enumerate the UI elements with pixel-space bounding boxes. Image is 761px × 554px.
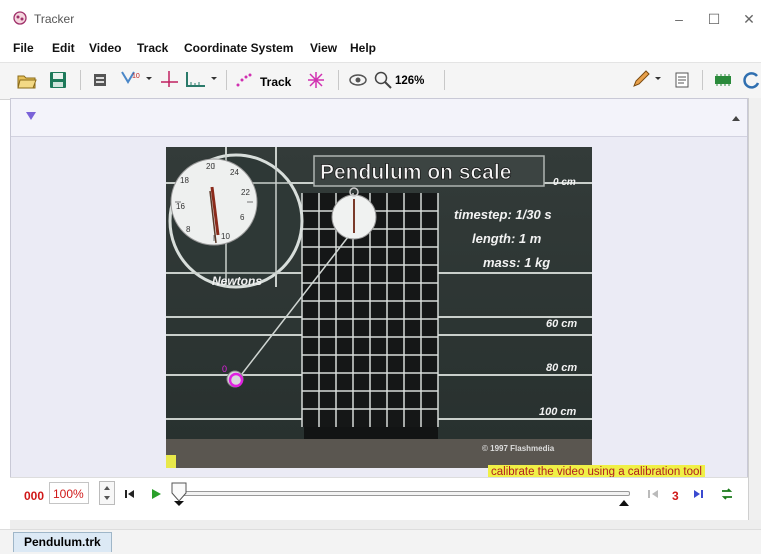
svg-text:10: 10 bbox=[132, 73, 140, 80]
toolbar-separator bbox=[702, 70, 703, 90]
svg-text:16: 16 bbox=[176, 202, 185, 211]
window-title: Tracker bbox=[34, 12, 75, 26]
zoom-icon[interactable] bbox=[373, 70, 393, 90]
playback-rate-field[interactable]: 100% bbox=[49, 482, 89, 504]
step-forward-icon[interactable] bbox=[692, 488, 706, 500]
save-icon[interactable] bbox=[48, 70, 68, 90]
autotracker-icon[interactable] bbox=[306, 70, 326, 90]
frame-number[interactable]: 000 bbox=[24, 489, 44, 503]
menu-track[interactable]: Track bbox=[137, 41, 168, 55]
zoom-level[interactable]: 126% bbox=[395, 75, 424, 87]
scale-name-text: Newtons bbox=[212, 274, 262, 288]
menu-help[interactable]: Help bbox=[350, 41, 376, 55]
frame-slider[interactable] bbox=[180, 491, 630, 496]
toolbar-separator bbox=[338, 70, 339, 90]
svg-text:24: 24 bbox=[230, 168, 239, 177]
track-point-label: 0 bbox=[222, 364, 227, 374]
play-icon[interactable] bbox=[150, 488, 162, 500]
notes-icon[interactable] bbox=[672, 70, 692, 90]
video-copyright-text: © 1997 Flashmedia bbox=[482, 444, 555, 453]
timestep-text: timestep: 1/30 s bbox=[454, 207, 552, 222]
end-frame-marker[interactable] bbox=[618, 499, 630, 507]
menu-coordinate-system[interactable]: Coordinate System bbox=[184, 41, 293, 55]
refresh-icon[interactable] bbox=[742, 70, 761, 90]
measuring-tools-icon[interactable] bbox=[184, 68, 220, 90]
open-folder-icon[interactable] bbox=[16, 70, 38, 90]
tabs-bar bbox=[0, 529, 761, 554]
svg-text:22: 22 bbox=[241, 188, 250, 197]
menu-edit[interactable]: Edit bbox=[52, 41, 75, 55]
status-strip bbox=[10, 520, 761, 529]
view-header bbox=[11, 99, 747, 137]
mass-text: mass: 1 kg bbox=[483, 255, 550, 270]
side-panel-strip[interactable] bbox=[748, 98, 761, 528]
axes-icon[interactable] bbox=[158, 68, 180, 90]
svg-text:10: 10 bbox=[221, 232, 230, 241]
title-bar bbox=[0, 0, 761, 38]
close-button[interactable]: ✕ bbox=[738, 8, 760, 30]
player-bar bbox=[10, 477, 748, 521]
scale-0cm-label: 0 cm bbox=[553, 177, 576, 188]
clip-settings-icon[interactable] bbox=[90, 70, 110, 90]
svg-text:8: 8 bbox=[186, 225, 191, 234]
view-menu-icon[interactable] bbox=[25, 111, 37, 121]
slider-thumb[interactable] bbox=[170, 481, 188, 507]
tracker-app-icon bbox=[13, 11, 27, 25]
toolbar-separator bbox=[444, 70, 445, 90]
step-size[interactable]: 3 bbox=[672, 489, 679, 503]
reset-to-start-icon[interactable] bbox=[124, 488, 136, 500]
collapse-icon[interactable] bbox=[731, 115, 741, 122]
video-frame[interactable]: 20 24 22 6 10 8 16 18 Newtons Pendulum on scale… bbox=[166, 147, 592, 468]
step-back-icon[interactable] bbox=[646, 488, 660, 500]
menu-file[interactable]: File bbox=[13, 41, 34, 55]
calibration-tools-icon[interactable]: 10 bbox=[118, 68, 154, 90]
rate-spinner[interactable] bbox=[99, 481, 115, 505]
video-title-text: Pendulum on scale bbox=[320, 161, 511, 184]
track-points-icon[interactable] bbox=[234, 70, 254, 90]
toolbar-separator bbox=[80, 70, 81, 90]
length-text: length: 1 m bbox=[472, 231, 542, 246]
scale-100cm-label: 100 cm bbox=[539, 406, 577, 418]
tab-pendulum-trk[interactable]: Pendulum.trk bbox=[13, 532, 112, 552]
menu-video[interactable]: Video bbox=[89, 41, 121, 55]
pencil-drawing-icon[interactable] bbox=[630, 68, 664, 90]
scale-60cm-label: 60 cm bbox=[546, 318, 577, 330]
eye-icon[interactable] bbox=[347, 70, 369, 90]
memory-icon[interactable] bbox=[712, 70, 734, 90]
minimize-button[interactable]: – bbox=[668, 8, 690, 30]
svg-text:6: 6 bbox=[240, 213, 245, 222]
menu-view[interactable]: View bbox=[310, 41, 337, 55]
loop-icon[interactable] bbox=[720, 487, 734, 501]
video-image: 20242261081618 Newtons Pendulum on scale… bbox=[166, 147, 592, 468]
track-button[interactable]: Track bbox=[260, 75, 291, 89]
svg-text:18: 18 bbox=[180, 176, 189, 185]
toolbar-separator bbox=[226, 70, 227, 90]
scale-80cm-label: 80 cm bbox=[546, 362, 577, 374]
maximize-button[interactable]: ☐ bbox=[703, 8, 725, 30]
